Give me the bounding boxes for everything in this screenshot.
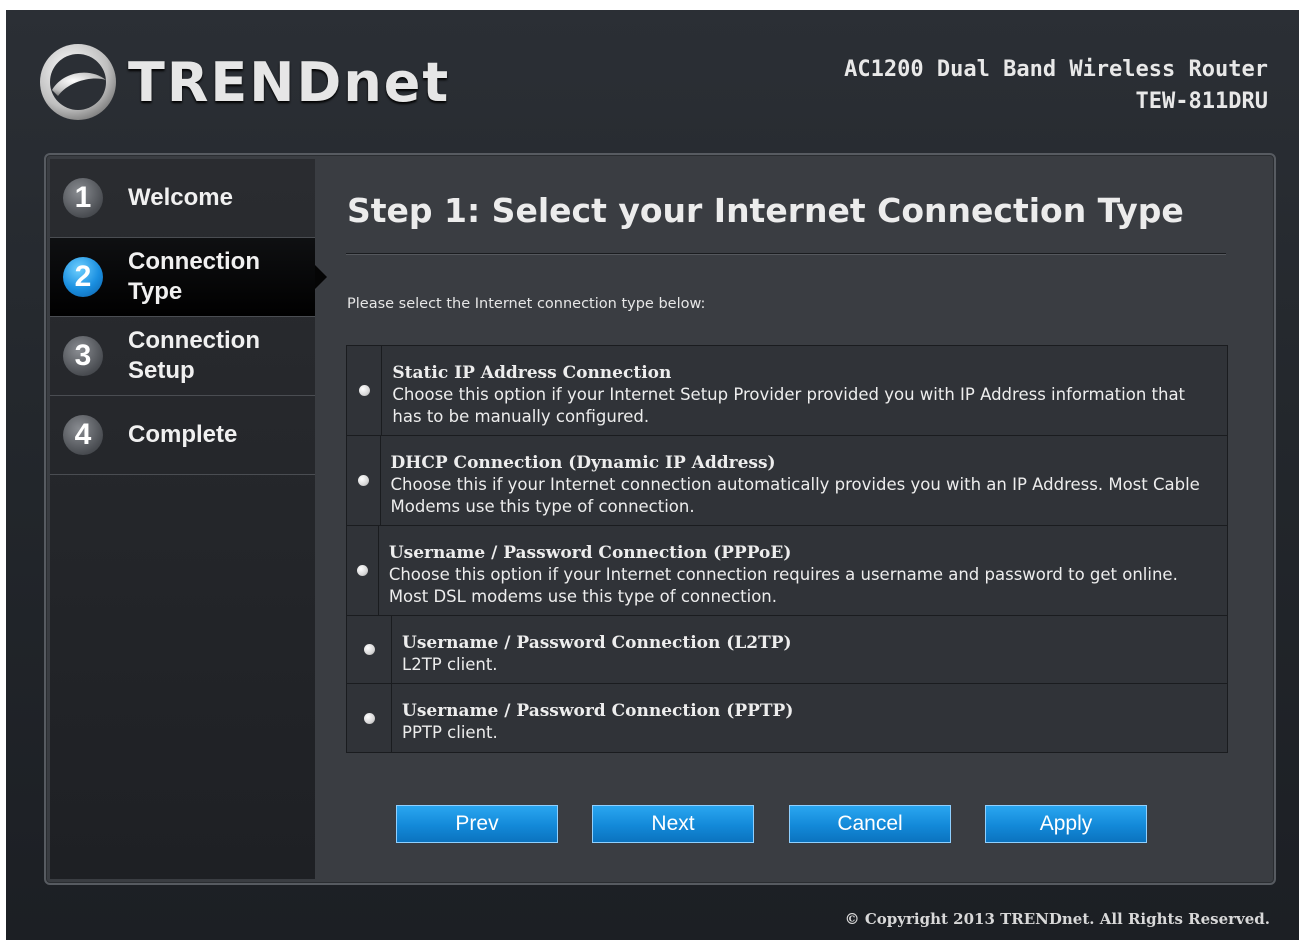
- option-title: DHCP Connection (Dynamic IP Address): [390, 453, 776, 473]
- option-l2tp[interactable]: Username / Password Connection (L2TP) L2…: [347, 616, 1227, 684]
- option-title: Username / Password Connection (PPTP): [402, 701, 794, 721]
- page-title: Step 1: Select your Internet Connection …: [347, 191, 1184, 230]
- step-number-badge: 4: [63, 415, 103, 455]
- radio-cell: [347, 526, 379, 615]
- option-description: Choose this option if your Internet conn…: [388, 565, 1178, 606]
- page-frame: TRENDnet AC1200 Dual Band Wireless Route…: [6, 10, 1299, 940]
- wizard-panel: 1 Welcome 2 Connection Type 3 Connection…: [44, 153, 1276, 885]
- radio-cell: [347, 684, 392, 752]
- copyright-text: © Copyright 2013 TRENDnet. All Rights Re…: [844, 910, 1270, 928]
- step-number-badge: 2: [63, 257, 103, 297]
- product-info: AC1200 Dual Band Wireless Router TEW-811…: [844, 54, 1268, 118]
- radio-button[interactable]: [357, 475, 369, 486]
- option-description: PPTP client.: [402, 723, 498, 742]
- option-text: DHCP Connection (Dynamic IP Address) Cho…: [381, 436, 1227, 525]
- radio-cell: [347, 346, 383, 435]
- step-number-badge: 3: [63, 336, 103, 376]
- radio-button[interactable]: [356, 565, 368, 576]
- wizard-steps-sidebar: 1 Welcome 2 Connection Type 3 Connection…: [50, 159, 327, 879]
- step-number-badge: 1: [63, 178, 103, 218]
- instruction-text: Please select the Internet connection ty…: [347, 296, 706, 312]
- radio-button[interactable]: [363, 644, 375, 655]
- cancel-button[interactable]: Cancel: [789, 805, 951, 843]
- step-label: Welcome: [128, 184, 233, 211]
- brand-name: TRENDnet: [128, 50, 451, 114]
- option-text: Username / Password Connection (PPTP) PP…: [392, 684, 803, 752]
- wizard-content: Step 1: Select your Internet Connection …: [346, 155, 1236, 875]
- option-dhcp[interactable]: DHCP Connection (Dynamic IP Address) Cho…: [347, 436, 1227, 526]
- option-description: Choose this if your Internet connection …: [390, 475, 1200, 516]
- step-connection-setup[interactable]: 3 Connection Setup: [50, 317, 315, 396]
- radio-button[interactable]: [363, 712, 375, 724]
- option-description: L2TP client.: [402, 655, 498, 674]
- brand-logo: TRENDnet: [36, 40, 450, 124]
- option-pptp[interactable]: Username / Password Connection (PPTP) PP…: [347, 684, 1227, 752]
- option-pppoe[interactable]: Username / Password Connection (PPPoE) C…: [347, 526, 1227, 616]
- next-button[interactable]: Next: [592, 805, 754, 843]
- product-name: AC1200 Dual Band Wireless Router: [844, 57, 1268, 82]
- step-connection-type[interactable]: 2 Connection Type: [50, 238, 327, 317]
- title-divider: [346, 253, 1226, 255]
- option-text: Username / Password Connection (L2TP) L2…: [392, 616, 802, 683]
- model-number: TEW-811DRU: [1135, 89, 1268, 114]
- radio-cell: [347, 436, 381, 525]
- step-complete[interactable]: 4 Complete: [50, 396, 315, 475]
- option-text: Username / Password Connection (PPPoE) C…: [379, 526, 1227, 615]
- option-title: Static IP Address Connection: [392, 363, 672, 383]
- radio-cell: [347, 616, 392, 683]
- prev-button[interactable]: Prev: [396, 805, 558, 843]
- step-label: Connection Type: [128, 248, 260, 305]
- option-title: Username / Password Connection (L2TP): [402, 633, 792, 653]
- trendnet-swoosh-logo-icon: [40, 44, 116, 120]
- option-description: Choose this option if your Internet Setu…: [392, 385, 1186, 426]
- option-text: Static IP Address Connection Choose this…: [382, 346, 1227, 435]
- option-title: Username / Password Connection (PPPoE): [388, 543, 792, 563]
- step-welcome[interactable]: 1 Welcome: [50, 159, 315, 238]
- connection-type-options: Static IP Address Connection Choose this…: [346, 345, 1228, 753]
- radio-button[interactable]: [358, 385, 370, 396]
- apply-button[interactable]: Apply: [985, 805, 1147, 843]
- step-label: Complete: [128, 421, 238, 448]
- step-label: Connection Setup: [128, 327, 260, 384]
- option-static-ip[interactable]: Static IP Address Connection Choose this…: [347, 346, 1227, 436]
